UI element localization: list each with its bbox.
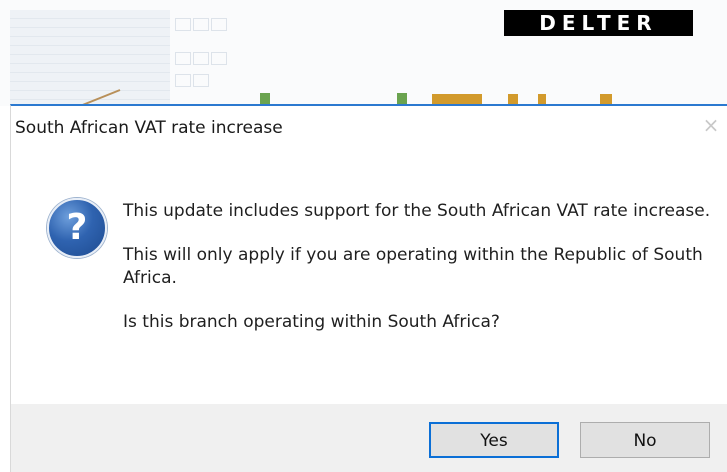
question-icon: ? (47, 198, 107, 258)
dialog-message: This update includes support for the Sou… (123, 200, 713, 355)
message-dialog: South African VAT rate increase × ? This… (10, 104, 727, 472)
close-icon[interactable]: × (700, 114, 722, 136)
message-line-3: Is this branch operating within South Af… (123, 312, 500, 332)
button-bar: Yes No (11, 404, 727, 472)
yes-button[interactable]: Yes (429, 422, 559, 458)
background-chart (79, 89, 612, 106)
brand-logo: DELTER (504, 10, 693, 36)
message-line-2: This will only apply if you are operatin… (123, 245, 703, 288)
dialog-title: South African VAT rate increase (15, 118, 283, 138)
background-app: DELTER (0, 0, 727, 106)
no-button[interactable]: No (580, 422, 710, 458)
message-line-1: This update includes support for the Sou… (123, 201, 711, 221)
